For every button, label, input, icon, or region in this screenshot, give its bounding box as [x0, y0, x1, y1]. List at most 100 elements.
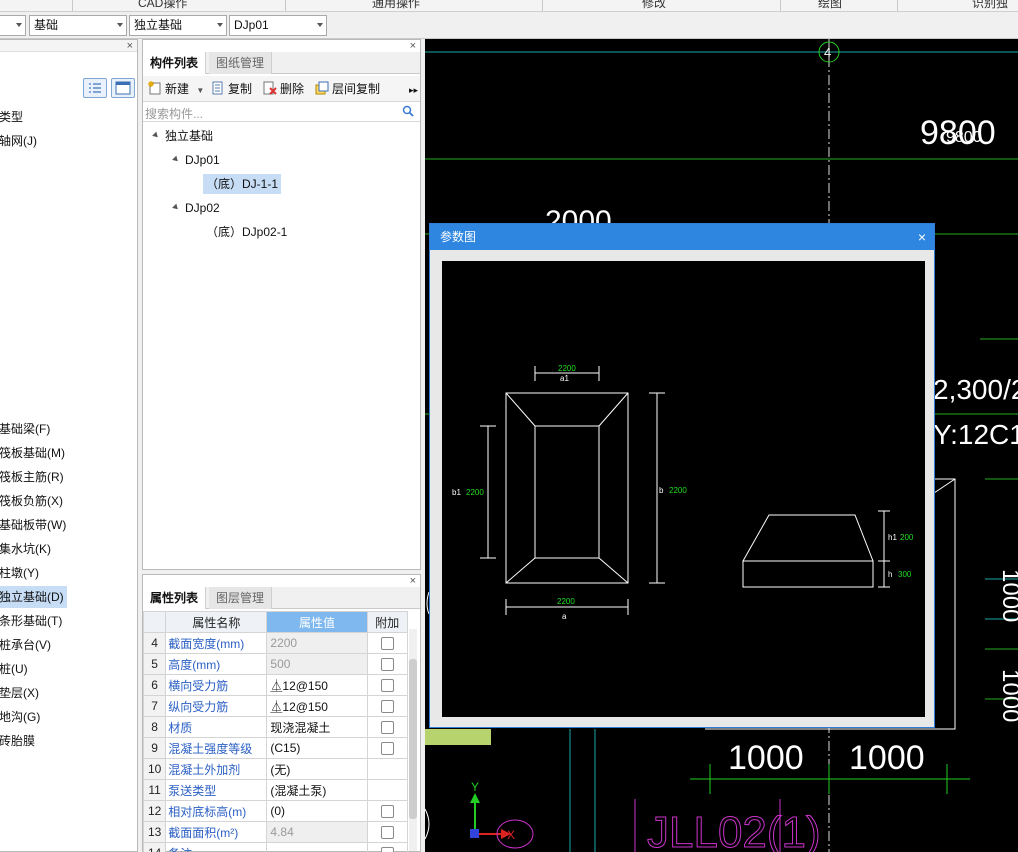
property-value[interactable]: 2200 — [266, 632, 368, 654]
property-value[interactable]: ⏅12@150 — [266, 674, 368, 696]
tree-leaf-djp02-1[interactable]: （底）DJp02-1 — [203, 222, 290, 242]
plan-outer-rect — [505, 392, 629, 584]
extra-checkbox[interactable] — [380, 637, 394, 651]
property-row-index: 11 — [142, 779, 167, 801]
dim-bottom-1: 1000 — [728, 739, 804, 777]
nav-item-column-pier[interactable]: 柱墩(Y) — [0, 562, 67, 584]
nav-item-foundation-strip[interactable]: 基础板带(W) — [0, 514, 67, 536]
extra-checkbox[interactable] — [380, 721, 394, 735]
delete-button[interactable]: 删除 — [263, 80, 304, 98]
floor-select[interactable] — [0, 15, 26, 36]
nav-item-brick-mold[interactable]: 砖胎膜 — [0, 730, 67, 752]
property-row[interactable]: 5 高度(mm) 500 — [142, 653, 409, 675]
tab-property-list[interactable]: 属性列表 — [143, 587, 207, 609]
nav-item-raft-main-rebar[interactable]: 筏板主筋(R) — [0, 466, 67, 488]
list-view-button[interactable] — [83, 78, 107, 98]
tree-root[interactable]: 独立基础 — [152, 126, 213, 146]
ribbon-group-draw[interactable]: 绘图 — [818, 0, 842, 11]
tab-drawing-management[interactable]: 图纸管理 — [209, 52, 273, 74]
property-row[interactable]: 13 截面面积(m²) 4.84 — [142, 821, 409, 843]
search-icon[interactable] — [402, 105, 414, 117]
plan-diagonal — [505, 392, 536, 427]
new-button[interactable]: 新建 ▼ — [148, 80, 204, 98]
axis-label: 4 — [824, 45, 831, 60]
extra-checkbox[interactable] — [380, 805, 394, 819]
property-value[interactable]: (C15) — [266, 737, 368, 759]
property-value[interactable] — [266, 842, 368, 852]
nav-item-axis-grid[interactable]: 轴网(J) — [0, 130, 67, 152]
category-select[interactable]: 基础 — [29, 15, 127, 36]
close-icon[interactable]: × — [410, 575, 416, 587]
ribbon-group-modify[interactable]: 修改 — [642, 0, 666, 11]
scrollbar-thumb[interactable] — [409, 659, 417, 819]
dim-right-2: 1000 — [997, 669, 1018, 722]
tree-node-djp02[interactable]: DJp02 — [172, 198, 220, 218]
extra-checkbox[interactable] — [380, 679, 394, 693]
property-value[interactable]: (无) — [266, 758, 368, 780]
vertical-scrollbar[interactable] — [409, 629, 417, 851]
property-row[interactable]: 6 横向受力筋 ⏅12@150 — [142, 674, 409, 696]
tab-component-list[interactable]: 构件列表 — [143, 52, 207, 74]
property-row[interactable]: 7 纵向受力筋 ⏅12@150 — [142, 695, 409, 717]
nav-item-trench[interactable]: 地沟(G) — [0, 706, 67, 728]
dropdown-arrow-icon[interactable]: ▼ — [196, 86, 204, 95]
nav-item-pile-cap[interactable]: 桩承台(V) — [0, 634, 67, 656]
extra-checkbox[interactable] — [380, 658, 394, 672]
detail-view-button[interactable] — [111, 78, 135, 98]
search-box[interactable]: 搜索构件... — [143, 102, 420, 122]
nav-item-raft-foundation[interactable]: 筏板基础(M) — [0, 442, 67, 464]
ribbon-group-cad[interactable]: CAD操作 — [138, 0, 187, 11]
dialog-title: 参数图 — [440, 230, 477, 244]
ribbon-group-general[interactable]: 通用操作 — [372, 0, 420, 11]
expand-triangle-icon[interactable] — [152, 131, 160, 140]
nav-item-cushion[interactable]: 垫层(X) — [0, 682, 67, 704]
property-row[interactable]: 12 相对底标高(m) (0) — [142, 800, 409, 822]
component-tabs: 构件列表 图纸管理 — [143, 52, 420, 74]
property-value[interactable]: ⏅12@150 — [266, 695, 368, 717]
list-view-icon — [89, 83, 101, 93]
property-value[interactable]: (混凝土泵) — [266, 779, 368, 801]
expand-triangle-icon[interactable] — [172, 155, 180, 164]
search-input[interactable]: 搜索构件... — [145, 105, 203, 122]
floor-copy-label: 层间复制 — [332, 82, 381, 96]
property-value[interactable]: (0) — [266, 800, 368, 822]
property-row[interactable]: 8 材质 现浇混凝土 — [142, 716, 409, 738]
nav-item-strip-foundation[interactable]: 条形基础(T) — [0, 610, 67, 632]
extra-checkbox[interactable] — [380, 700, 394, 714]
property-row[interactable]: 14备注 — [142, 842, 409, 852]
category-select-value: 基础 — [34, 18, 59, 32]
more-tools-icon[interactable]: ▸▸ — [409, 81, 418, 99]
extra-checkbox[interactable] — [380, 742, 394, 756]
property-row[interactable]: 10 混凝土外加剂 (无) — [142, 758, 409, 780]
floor-copy-button[interactable]: 层间复制 — [315, 80, 380, 98]
property-value[interactable]: 4.84 — [266, 821, 368, 843]
nav-item-raft-negative-rebar[interactable]: 筏板负筋(X) — [0, 490, 67, 512]
close-icon[interactable]: × — [410, 40, 416, 52]
tree-node-djp01[interactable]: DJp01 — [172, 150, 220, 170]
property-row[interactable]: 4 截面宽度(mm) 2200 — [142, 632, 409, 654]
nav-item-type[interactable]: 类型 — [0, 106, 67, 128]
extra-checkbox[interactable] — [380, 847, 394, 852]
nav-item-sump-pit[interactable]: 集水坑(K) — [0, 538, 67, 560]
ribbon-separator — [542, 0, 543, 11]
tree-leaf-dj-1-1[interactable]: （底）DJ-1-1 — [203, 174, 282, 194]
tree-node-label: DJp02 — [185, 201, 220, 215]
delete-label: 删除 — [280, 82, 305, 96]
close-icon[interactable]: × — [918, 224, 926, 250]
close-icon[interactable]: × — [127, 40, 133, 52]
expand-triangle-icon[interactable] — [172, 203, 180, 212]
nav-item-isolated-foundation[interactable]: 独立基础(D) — [0, 586, 67, 608]
component-select[interactable]: DJp01 — [229, 15, 327, 36]
copy-button[interactable]: 复制 — [211, 80, 252, 98]
tab-layer-management[interactable]: 图层管理 — [209, 587, 273, 609]
dialog-title-bar[interactable]: 参数图 × — [430, 224, 934, 250]
type-select[interactable]: 独立基础 — [129, 15, 227, 36]
property-value[interactable]: 500 — [266, 653, 368, 675]
ribbon-group-recognize[interactable]: 识别独立 — [972, 0, 1018, 11]
nav-item-pile[interactable]: 桩(U) — [0, 658, 67, 680]
property-row[interactable]: 11 泵送类型 (混凝土泵) — [142, 779, 409, 801]
nav-item-foundation-beam[interactable]: 基础梁(F) — [0, 418, 67, 440]
property-value[interactable]: 现浇混凝土 — [266, 716, 368, 738]
property-row[interactable]: 9 混凝土强度等级 (C15) — [142, 737, 409, 759]
extra-checkbox[interactable] — [380, 826, 394, 840]
